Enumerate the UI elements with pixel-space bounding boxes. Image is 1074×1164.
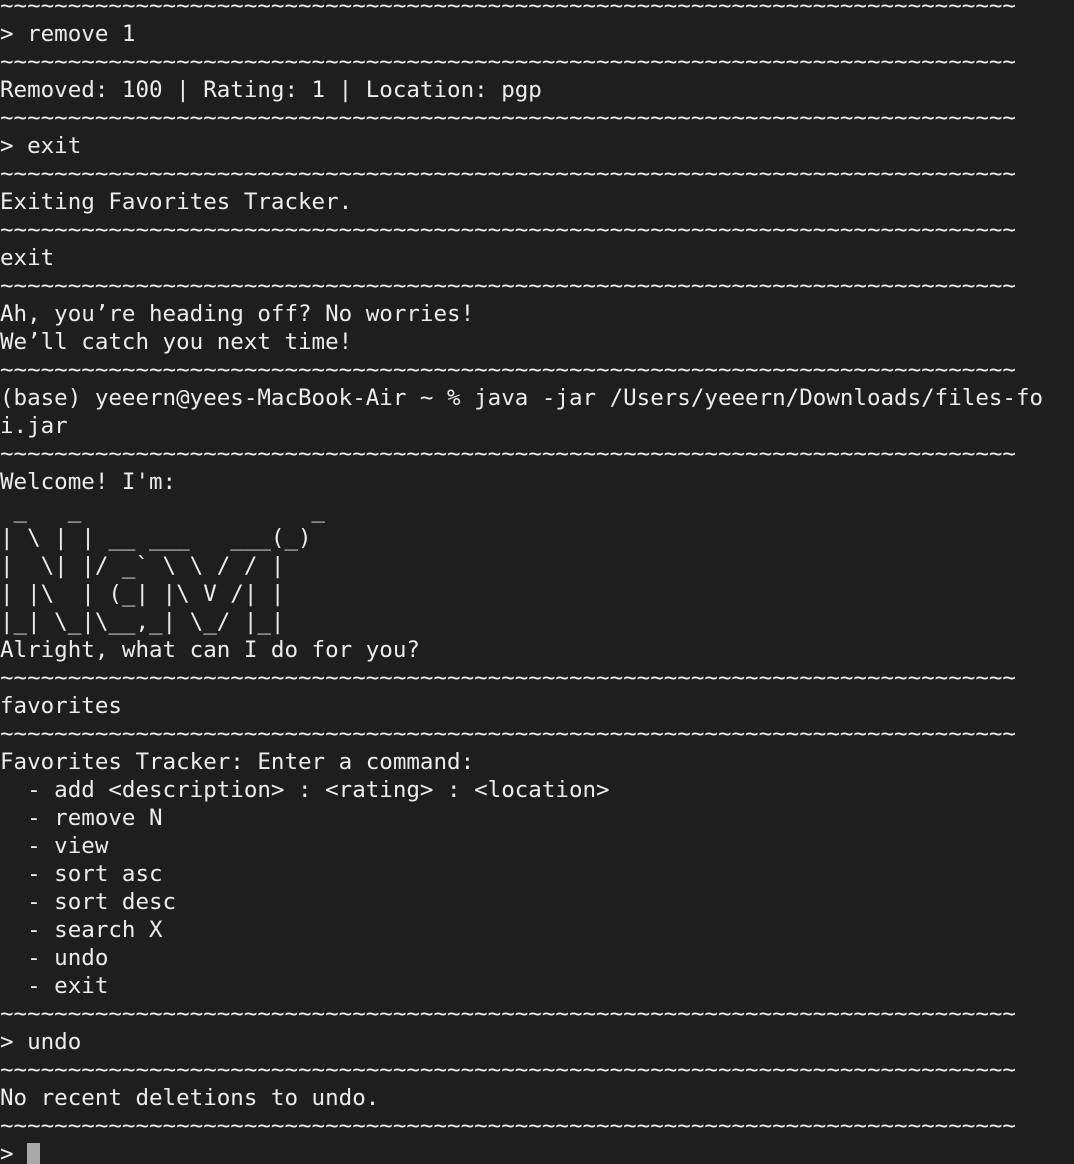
ascii-logo-line: _ _ _ <box>0 497 339 523</box>
command-help-item: - view <box>0 833 109 859</box>
divider-line: ~~~~~~~~~~~~~~~~~~~~~~~~~~~~~~~~~~~~~~~~… <box>0 357 1016 383</box>
output-line: Removed: 100 | Rating: 1 | Location: pgp <box>0 77 542 103</box>
output-line: exit <box>0 245 55 271</box>
output-line: Ah, you’re heading off? No worries! <box>0 301 475 327</box>
divider-line: ~~~~~~~~~~~~~~~~~~~~~~~~~~~~~~~~~~~~~~~~… <box>0 1113 1016 1139</box>
divider-line: ~~~~~~~~~~~~~~~~~~~~~~~~~~~~~~~~~~~~~~~~… <box>0 665 1016 691</box>
terminal-window[interactable]: ~~~~~~~~~~~~~~~~~~~~~~~~~~~~~~~~~~~~~~~~… <box>0 0 1074 1164</box>
text-cursor[interactable] <box>27 1142 41 1164</box>
divider-line: ~~~~~~~~~~~~~~~~~~~~~~~~~~~~~~~~~~~~~~~~… <box>0 1057 1016 1083</box>
output-line: Favorites Tracker: Enter a command: <box>0 749 475 775</box>
output-line: We’ll catch you next time! <box>0 329 353 355</box>
command-help-item: - exit <box>0 973 109 999</box>
prompt-symbol: > <box>0 1141 28 1164</box>
divider-line: ~~~~~~~~~~~~~~~~~~~~~~~~~~~~~~~~~~~~~~~~… <box>0 105 1016 131</box>
command-line: > remove 1 <box>0 21 136 47</box>
command-help-item: - undo <box>0 945 109 971</box>
ascii-logo-line: | \ | | __ ___ ___(_) <box>0 525 312 551</box>
input-prompt-line[interactable]: > <box>0 1140 1074 1164</box>
output-line: Exiting Favorites Tracker. <box>0 189 353 215</box>
output-line: Alright, what can I do for you? <box>0 637 420 663</box>
command-line: > undo <box>0 1029 82 1055</box>
divider-line: ~~~~~~~~~~~~~~~~~~~~~~~~~~~~~~~~~~~~~~~~… <box>0 217 1016 243</box>
ascii-logo-line: |_| \_|\__,_| \_/ |_| <box>0 609 285 635</box>
divider-line: ~~~~~~~~~~~~~~~~~~~~~~~~~~~~~~~~~~~~~~~~… <box>0 1001 1016 1027</box>
divider-line: ~~~~~~~~~~~~~~~~~~~~~~~~~~~~~~~~~~~~~~~~… <box>0 161 1016 187</box>
shell-command-line: (base) yeeern@yees-MacBook-Air ~ % java … <box>0 385 1044 411</box>
divider-line: ~~~~~~~~~~~~~~~~~~~~~~~~~~~~~~~~~~~~~~~~… <box>0 273 1016 299</box>
divider-line: ~~~~~~~~~~~~~~~~~~~~~~~~~~~~~~~~~~~~~~~~… <box>0 721 1016 747</box>
shell-command-line-wrap: i.jar <box>0 413 68 439</box>
command-help-item: - search X <box>0 917 163 943</box>
divider-line: ~~~~~~~~~~~~~~~~~~~~~~~~~~~~~~~~~~~~~~~~… <box>0 441 1016 467</box>
divider-line: ~~~~~~~~~~~~~~~~~~~~~~~~~~~~~~~~~~~~~~~~… <box>0 49 1016 75</box>
divider-line: ~~~~~~~~~~~~~~~~~~~~~~~~~~~~~~~~~~~~~~~~… <box>0 0 1016 19</box>
command-line: > exit <box>0 133 82 159</box>
ascii-logo-line: | \| |/ _` \ \ / / | <box>0 553 285 579</box>
output-line: No recent deletions to undo. <box>0 1085 380 1111</box>
terminal-output: ~~~~~~~~~~~~~~~~~~~~~~~~~~~~~~~~~~~~~~~~… <box>0 0 1074 1140</box>
command-help-item: - add <description> : <rating> : <locati… <box>0 777 610 803</box>
command-help-item: - remove N <box>0 805 163 831</box>
command-help-item: - sort desc <box>0 889 177 915</box>
command-help-item: - sort asc <box>0 861 163 887</box>
output-line: favorites <box>0 693 122 719</box>
ascii-logo-line: | |\ | (_| |\ V /| | <box>0 581 285 607</box>
welcome-line: Welcome! I'm: <box>0 469 177 495</box>
